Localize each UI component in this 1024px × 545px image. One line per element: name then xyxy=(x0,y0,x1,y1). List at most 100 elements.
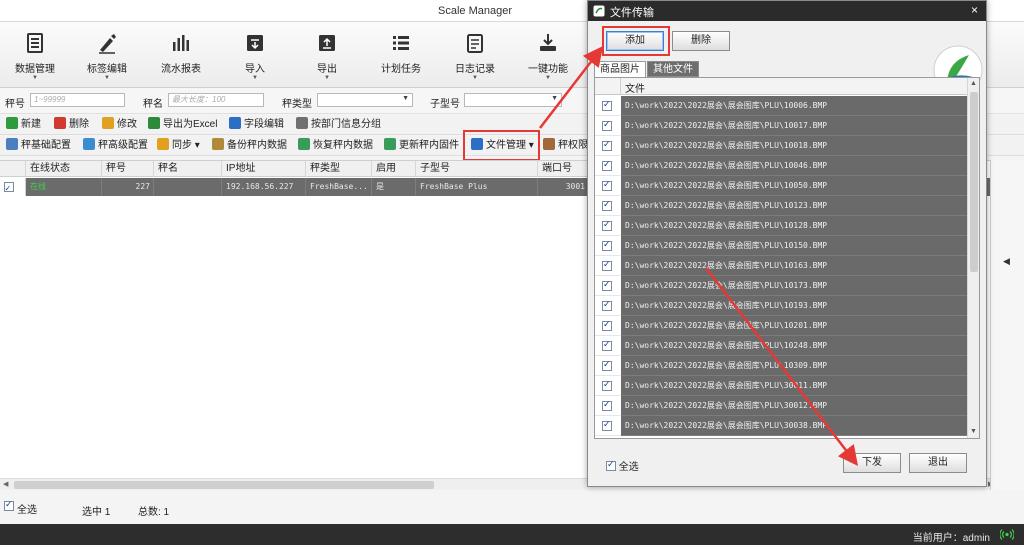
file-row[interactable]: D:\work\2022\2022展会\展会图库\PLU\10201.BMP xyxy=(595,316,967,336)
group-by-dept-button[interactable]: 按部门信息分组 xyxy=(296,117,381,133)
scroll-down-icon[interactable]: ▼ xyxy=(970,428,977,435)
file-checkbox[interactable] xyxy=(602,139,612,151)
select-all-checkbox[interactable]: 全选 xyxy=(606,458,639,473)
ribbon-log[interactable]: 日志记录 ▼ xyxy=(442,28,508,84)
file-row[interactable]: D:\work\2022\2022展会\展会图库\PLU\30012.BMP xyxy=(595,396,967,416)
delete-file-button[interactable]: 删除 xyxy=(672,31,730,51)
advanced-config-button[interactable]: 秤高级配置 xyxy=(83,138,148,154)
file-checkbox[interactable] xyxy=(602,219,612,231)
basic-config-button[interactable]: 秤基础配置 xyxy=(6,138,71,154)
file-row[interactable]: D:\work\2022\2022展会\展会图库\PLU\10123.BMP xyxy=(595,196,967,216)
scroll-left-icon[interactable]: ◀ xyxy=(3,480,8,488)
vertical-scrollbar[interactable]: ▲ ▼ xyxy=(967,78,979,438)
ribbon-data-management[interactable]: 数据管理 ▼ xyxy=(2,28,68,84)
file-checkbox[interactable] xyxy=(602,239,612,251)
delete-button-label: 删除 xyxy=(69,119,89,130)
file-checkbox[interactable] xyxy=(602,319,612,331)
scrollbar-thumb[interactable] xyxy=(14,481,434,489)
collapse-arrow-icon[interactable]: ◀ xyxy=(1003,256,1010,267)
file-checkbox[interactable] xyxy=(602,399,612,411)
file-row[interactable]: D:\work\2022\2022展会\展会图库\PLU\10017.BMP xyxy=(595,116,967,136)
file-checkbox[interactable] xyxy=(602,179,612,191)
file-checkbox[interactable] xyxy=(602,359,612,371)
file-checkbox[interactable] xyxy=(602,199,612,211)
cell-status: 在线 xyxy=(26,178,102,196)
ribbon-task[interactable]: 计划任务 xyxy=(368,28,434,84)
file-checkbox[interactable] xyxy=(602,259,612,271)
exit-button[interactable]: 退出 xyxy=(909,453,967,473)
row-checkbox[interactable] xyxy=(4,180,14,196)
file-checkbox[interactable] xyxy=(602,159,612,171)
file-row-check-cell xyxy=(595,376,621,396)
file-row[interactable]: D:\work\2022\2022展会\展会图库\PLU\10163.BMP xyxy=(595,256,967,276)
file-row[interactable]: D:\work\2022\2022展会\展会图库\PLU\30011.BMP xyxy=(595,376,967,396)
permission-button[interactable]: 秤权限 xyxy=(543,138,588,154)
edit-button[interactable]: 修改 xyxy=(102,117,137,133)
scroll-up-icon[interactable]: ▲ xyxy=(970,80,977,87)
file-checkbox[interactable] xyxy=(602,119,612,131)
file-checkbox[interactable] xyxy=(602,379,612,391)
file-checkbox[interactable] xyxy=(602,339,612,351)
grid-header-status: 在线状态 xyxy=(26,161,102,177)
selected-count: 选中 1 xyxy=(82,507,111,518)
firmware-button[interactable]: 更新秤内固件 xyxy=(384,138,459,154)
file-row[interactable]: D:\work\2022\2022展会\展会图库\PLU\10150.BMP xyxy=(595,236,967,256)
scale-type-select[interactable]: ▼ xyxy=(317,93,413,107)
gear-icon xyxy=(83,138,95,150)
tab-product-images[interactable]: 商品图片 xyxy=(594,61,646,77)
file-checkbox[interactable] xyxy=(602,279,612,291)
grid-header-scale-no: 秤号 xyxy=(102,161,154,177)
backup-button[interactable]: 备份秤内数据 xyxy=(212,138,287,154)
export-excel-button[interactable]: 导出为Excel xyxy=(148,117,217,133)
file-checkbox[interactable] xyxy=(602,419,612,431)
file-row[interactable]: D:\work\2022\2022展会\展会图库\PLU\30038.BMP xyxy=(595,416,967,436)
file-row[interactable]: D:\work\2022\2022展会\展会图库\PLU\10128.BMP xyxy=(595,216,967,236)
select-all-label-main: 全选 xyxy=(17,505,37,516)
delete-button[interactable]: 删除 xyxy=(54,117,89,133)
file-row-check-cell xyxy=(595,196,621,216)
file-row[interactable]: D:\work\2022\2022展会\展会图库\PLU\10018.BMP xyxy=(595,136,967,156)
file-checkbox[interactable] xyxy=(602,299,612,311)
chevron-down-icon: ▼ xyxy=(324,75,330,81)
ribbon-label-edit[interactable]: 标签编辑 ▼ xyxy=(74,28,140,84)
send-button[interactable]: 下发 xyxy=(843,453,901,473)
file-row[interactable]: D:\work\2022\2022展会\展会图库\PLU\10309.BMP xyxy=(595,356,967,376)
scale-name-input[interactable]: 最大长度：100 xyxy=(168,93,264,107)
ribbon-import[interactable]: 导入 ▼ xyxy=(222,28,288,84)
file-row[interactable]: D:\work\2022\2022展会\展会图库\PLU\10248.BMP xyxy=(595,336,967,356)
tab-other-files[interactable]: 其他文件 xyxy=(647,61,699,77)
file-row[interactable]: D:\work\2022\2022展会\展会图库\PLU\10006.BMP xyxy=(595,96,967,116)
field-edit-button[interactable]: 字段编辑 xyxy=(229,117,284,133)
file-row[interactable]: D:\work\2022\2022展会\展会图库\PLU\10046.BMP xyxy=(595,156,967,176)
restore-label: 恢复秤内数据 xyxy=(313,140,373,151)
ribbon-label: 导出 xyxy=(317,64,337,75)
new-button[interactable]: 新建 xyxy=(6,117,41,133)
select-all-checkbox-main[interactable] xyxy=(4,499,14,513)
file-management-highlight xyxy=(463,130,540,161)
file-checkbox[interactable] xyxy=(602,99,612,111)
sync-label: 同步 xyxy=(172,140,192,151)
restore-button[interactable]: 恢复秤内数据 xyxy=(298,138,373,154)
new-button-label: 新建 xyxy=(21,119,41,130)
ribbon-report[interactable]: 流水报表 xyxy=(148,28,214,84)
file-path: D:\work\2022\2022展会\展会图库\PLU\10248.BMP xyxy=(621,336,967,356)
add-button[interactable]: 添加 xyxy=(606,31,664,51)
sync-button[interactable]: 同步 ▾ xyxy=(157,138,200,154)
close-icon[interactable]: × xyxy=(971,3,978,17)
file-row-check-cell xyxy=(595,176,621,196)
file-row[interactable]: D:\work\2022\2022展会\展会图库\PLU\10193.BMP xyxy=(595,296,967,316)
file-row[interactable]: D:\work\2022\2022展会\展会图库\PLU\10050.BMP xyxy=(595,176,967,196)
ribbon-label: 一键功能 xyxy=(528,64,568,75)
model-select[interactable]: ▼ xyxy=(464,93,562,107)
cell-scale-name xyxy=(154,178,222,196)
ribbon-export[interactable]: 导出 ▼ xyxy=(294,28,360,84)
ribbon-one-key[interactable]: 一键功能 ▼ xyxy=(515,28,581,84)
data-management-icon xyxy=(27,33,43,53)
file-path: D:\work\2022\2022展会\展会图库\PLU\10006.BMP xyxy=(621,96,967,116)
file-row[interactable]: D:\work\2022\2022展会\展会图库\PLU\10173.BMP xyxy=(595,276,967,296)
scale-no-input[interactable]: 1~99999 xyxy=(30,93,125,107)
label-edit-icon xyxy=(99,34,116,54)
grid-header-port: 端口号 xyxy=(538,161,590,177)
scrollbar-thumb[interactable] xyxy=(970,92,978,272)
file-path: D:\work\2022\2022展会\展会图库\PLU\10309.BMP xyxy=(621,356,967,376)
